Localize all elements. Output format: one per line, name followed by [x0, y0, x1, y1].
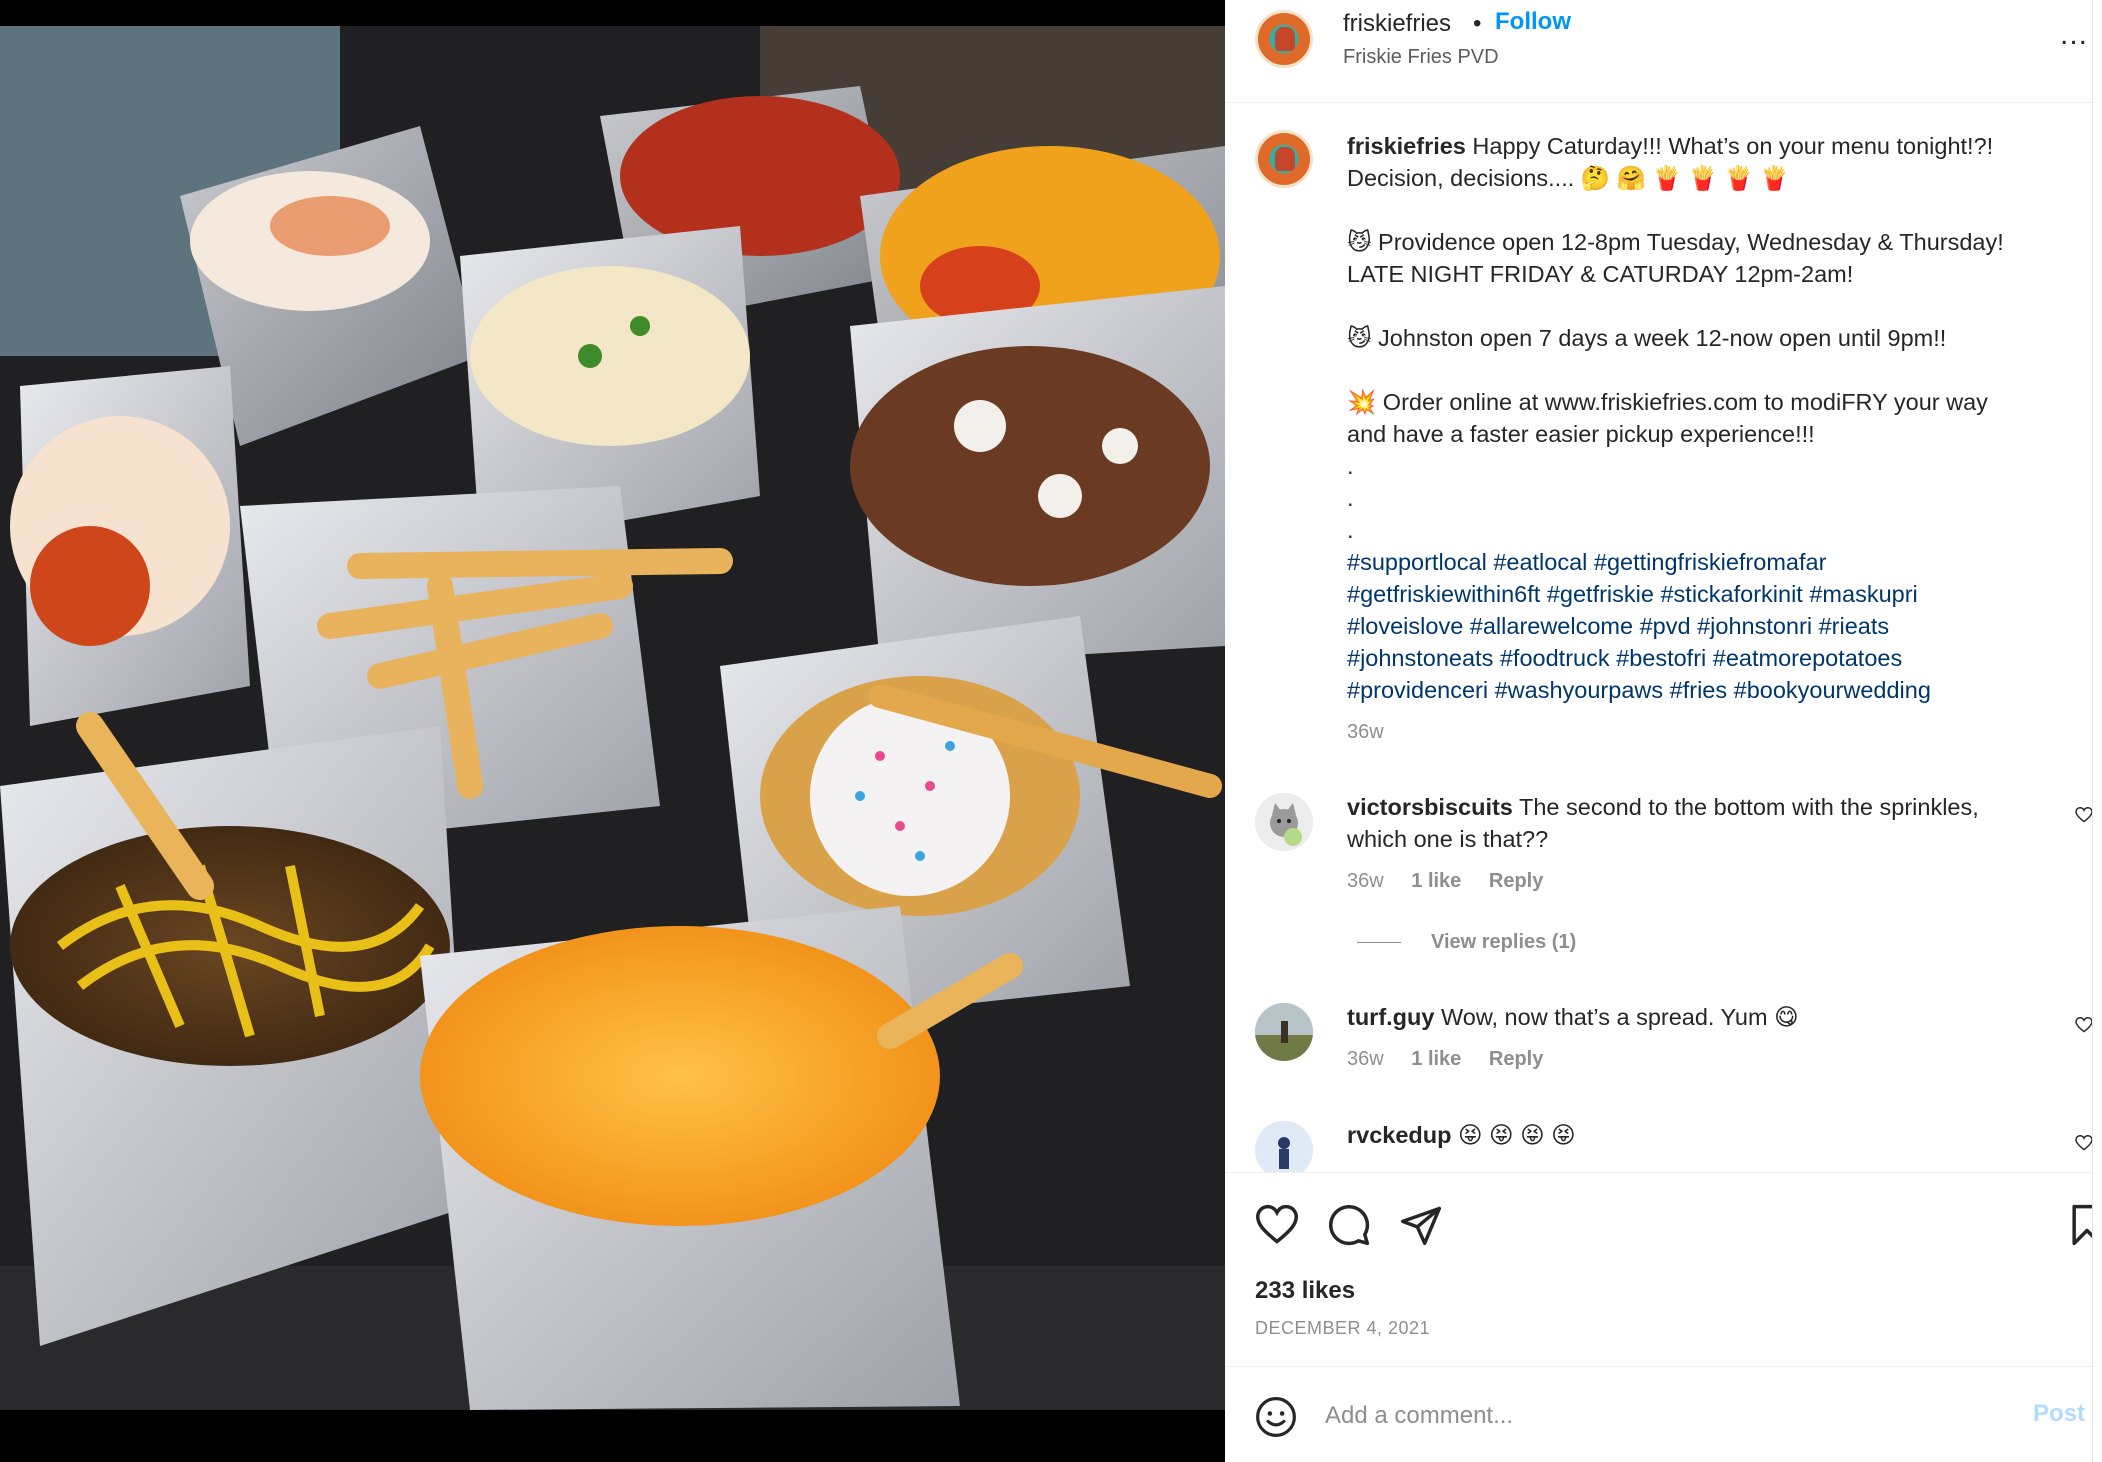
- post-header: friskiefries • Follow Friskie Fries PVD …: [1225, 0, 2102, 103]
- comment-text: rvckedup 😝 😝 😝 😝: [1347, 1119, 2047, 1151]
- caption-line-6: 💥 Order online at www.friskiefries.com t…: [1347, 389, 1988, 415]
- add-comment-input[interactable]: [1325, 1395, 1975, 1437]
- speech-bubble-icon[interactable]: [1327, 1203, 1371, 1247]
- post-photo: [0, 26, 1225, 1410]
- photo-avatar-icon: [1255, 1003, 1313, 1061]
- comment-username[interactable]: turf.guy: [1347, 1004, 1434, 1030]
- post-comment-button[interactable]: Post: [2033, 1400, 2085, 1428]
- comment-text: turf.guy Wow, now that’s a spread. Yum 😋: [1347, 1001, 2047, 1033]
- comment-username[interactable]: victorsbiscuits: [1347, 794, 1513, 820]
- commenter-avatar[interactable]: [1255, 793, 1313, 851]
- hashtags-line-3[interactable]: #loveislove #allarewelcome #pvd #johnsto…: [1347, 610, 2067, 642]
- window-edge: [2092, 0, 2102, 1462]
- instagram-post-view: friskiefries • Follow Friskie Fries PVD …: [0, 0, 2102, 1462]
- paper-plane-icon[interactable]: [1399, 1203, 1443, 1247]
- hashtags-line-5[interactable]: #providenceri #washyourpaws #fries #book…: [1347, 674, 2067, 706]
- caption-line-7: and have a faster easier pickup experien…: [1347, 421, 1815, 447]
- cat-avatar-icon: [1255, 793, 1313, 851]
- caption-dot-1: .: [1347, 453, 1354, 479]
- likes-count[interactable]: 233 likes: [1255, 1277, 1355, 1305]
- commenter-avatar[interactable]: [1255, 1003, 1313, 1061]
- comment-timestamp[interactable]: 36w: [1347, 870, 1384, 892]
- comment-heart-icon[interactable]: [2075, 807, 2093, 823]
- heart-icon[interactable]: [1255, 1203, 1299, 1247]
- comment-timestamp[interactable]: 36w: [1347, 1048, 1384, 1070]
- comments-scroll-area[interactable]: friskiefries Happy Caturday!!! What’s on…: [1225, 103, 2102, 1172]
- comment-like-count[interactable]: 1 like: [1411, 1048, 1461, 1070]
- hashtags-line-1[interactable]: #supportlocal #eatlocal #gettingfriskief…: [1347, 546, 2067, 578]
- caption-dot-2: .: [1347, 485, 1354, 511]
- comment-username[interactable]: rvckedup: [1347, 1122, 1452, 1148]
- comment-meta: 36w 1 like Reply: [1347, 870, 1565, 893]
- header-separator: •: [1473, 10, 1482, 37]
- view-replies-button[interactable]: View replies (1): [1357, 931, 1576, 954]
- person-avatar-icon: [1255, 1121, 1313, 1172]
- fries-boxes-illustration: [0, 26, 1225, 1410]
- caption-avatar[interactable]: [1255, 130, 1313, 188]
- smiley-icon[interactable]: [1255, 1396, 1297, 1438]
- post-sidebar: friskiefries • Follow Friskie Fries PVD …: [1225, 0, 2102, 1462]
- comment-body-line-1: 😝 😝 😝 😝: [1458, 1122, 1576, 1148]
- caption-timestamp[interactable]: 36w: [1347, 716, 2067, 748]
- comment-reply-button[interactable]: Reply: [1489, 870, 1543, 892]
- caption-dot-3: .: [1347, 517, 1354, 543]
- follow-button[interactable]: Follow: [1495, 8, 1571, 36]
- post-caption: friskiefries Happy Caturday!!! What’s on…: [1347, 130, 2067, 748]
- hashtags-line-2[interactable]: #getfriskiewithin6ft #getfriskie #sticka…: [1347, 578, 2067, 610]
- account-avatar[interactable]: [1255, 10, 1313, 68]
- caption-line-2: Decision, decisions.... 🤔 🤗 🍟 🍟 🍟 🍟: [1347, 165, 1790, 191]
- caption-line-3: 😼 Providence open 12-8pm Tuesday, Wednes…: [1347, 229, 2004, 255]
- post-location[interactable]: Friskie Fries PVD: [1343, 46, 1499, 69]
- add-comment-bar: Post: [1225, 1366, 2102, 1462]
- caption-line-1: Happy Caturday!!! What’s on your menu to…: [1472, 133, 1994, 159]
- comment-body-line-2: which one is that??: [1347, 826, 1549, 852]
- caption-username[interactable]: friskiefries: [1347, 133, 1466, 159]
- more-options-icon[interactable]: ...: [2060, 18, 2088, 52]
- post-date[interactable]: DECEMBER 4, 2021: [1255, 1318, 1430, 1339]
- post-actions: 233 likes DECEMBER 4, 2021 Post: [1225, 1172, 2102, 1462]
- comment-heart-icon[interactable]: [2075, 1017, 2093, 1033]
- comment-reply-button[interactable]: Reply: [1489, 1048, 1543, 1070]
- hashtags-line-4[interactable]: #johnstoneats #foodtruck #bestofri #eatm…: [1347, 642, 2067, 674]
- caption-line-5: 😼 Johnston open 7 days a week 12-now ope…: [1347, 325, 1947, 351]
- header-username[interactable]: friskiefries: [1343, 10, 1451, 38]
- comment-body-line-1: Wow, now that’s a spread. Yum 😋: [1441, 1004, 1799, 1030]
- comment-meta: 36w 1 like Reply: [1347, 1048, 1565, 1071]
- comment-body-line-1: The second to the bottom with the sprink…: [1518, 794, 1979, 820]
- commenter-avatar[interactable]: [1255, 1121, 1313, 1172]
- comment-like-count[interactable]: 1 like: [1411, 870, 1461, 892]
- comment-heart-icon[interactable]: [2075, 1135, 2093, 1151]
- comment-text: victorsbiscuits The second to the bottom…: [1347, 791, 2047, 855]
- caption-line-4: LATE NIGHT FRIDAY & CATURDAY 12pm-2am!: [1347, 261, 1854, 287]
